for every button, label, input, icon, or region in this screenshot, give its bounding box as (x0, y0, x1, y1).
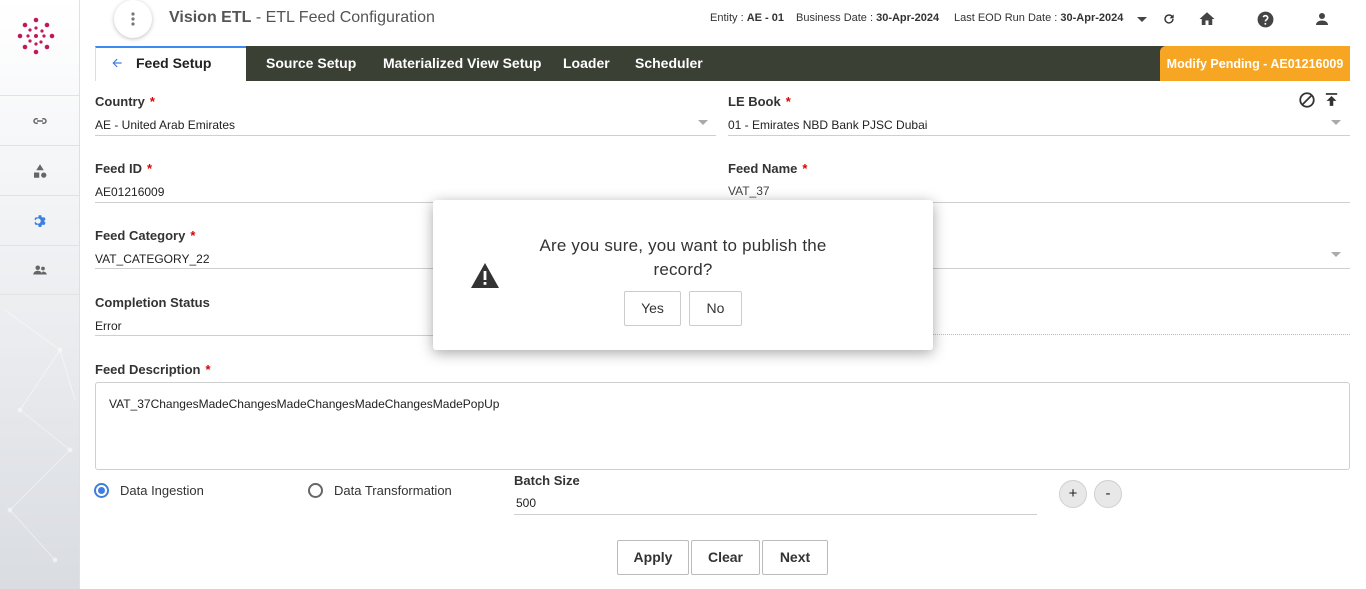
right-dropdown-caret-icon[interactable] (1331, 252, 1341, 257)
next-button[interactable]: Next (762, 540, 828, 575)
last-eod-label: Last EOD Run Date : (954, 12, 1061, 24)
tab-scheduler[interactable]: Scheduler (635, 46, 703, 81)
more-vertical-icon (131, 12, 135, 26)
users-icon (33, 265, 47, 275)
le-book-dropdown-caret-icon[interactable] (1331, 120, 1341, 125)
last-eod-info: Last EOD Run Date : 30-Apr-2024 (954, 12, 1123, 24)
required-marker: * (149, 94, 155, 109)
country-underline (95, 135, 716, 136)
feed-description-label: Feed Description * (95, 362, 211, 377)
remove-button[interactable]: - (1094, 480, 1122, 508)
country-label-text: Country (95, 94, 145, 109)
completion-status-label: Completion Status (95, 295, 210, 310)
apply-button[interactable]: Apply (617, 540, 689, 575)
required-marker: * (190, 228, 196, 243)
required-marker: * (802, 161, 808, 176)
yes-button[interactable]: Yes (624, 291, 681, 326)
country-label: Country * (95, 94, 155, 109)
user-profile-button[interactable] (1311, 8, 1333, 30)
block-icon[interactable] (1298, 91, 1316, 109)
tab-feed-setup[interactable]: Feed Setup (95, 46, 246, 81)
required-marker: * (146, 161, 153, 176)
app-title-bold: Vision ETL (169, 9, 252, 26)
entity-value: AE - 01 (746, 12, 784, 24)
left-rail (0, 0, 80, 589)
le-book-label: LE Book * (728, 94, 791, 109)
feed-category-label: Feed Category * (95, 228, 195, 243)
feed-id-field[interactable]: AE01216009 (95, 185, 164, 199)
le-book-label-text: LE Book (728, 94, 781, 109)
feed-category-label-text: Feed Category (95, 228, 186, 243)
required-marker: * (205, 362, 211, 377)
country-dropdown-caret-icon[interactable] (698, 120, 708, 125)
home-button[interactable] (1196, 8, 1218, 30)
confirm-publish-dialog: Are you sure, you want to publish the re… (433, 200, 933, 350)
rail-users[interactable] (0, 245, 79, 295)
refresh-icon (1164, 14, 1174, 24)
link-icon (33, 117, 47, 124)
data-transformation-radio[interactable] (308, 483, 323, 498)
tab-bar: Feed Setup Source Setup Materialized Vie… (95, 46, 1350, 81)
top-header: Vision ETL - ETL Feed Configuration Enti… (80, 0, 1366, 40)
business-date-label: Business Date : (796, 12, 877, 24)
business-date-info: Business Date : 30-Apr-2024 (796, 12, 939, 24)
data-ingestion-label[interactable]: Data Ingestion (120, 483, 204, 498)
publish-icon[interactable] (1323, 91, 1340, 108)
data-ingestion-radio[interactable] (94, 483, 109, 498)
tab-loader[interactable]: Loader (563, 46, 610, 81)
gear-icon (34, 214, 46, 227)
rail-link[interactable] (0, 95, 79, 145)
feed-name-label-text: Feed Name (728, 161, 798, 176)
add-button[interactable]: + (1059, 480, 1087, 508)
dialog-message: Are you sure, you want to publish the re… (539, 236, 827, 279)
tab-source-setup[interactable]: Source Setup (266, 46, 356, 81)
clear-button[interactable]: Clear (691, 540, 760, 575)
last-eod-value: 30-Apr-2024 (1060, 12, 1124, 24)
le-book-select[interactable]: 01 - Emirates NBD Bank PJSC Dubai (728, 118, 927, 132)
back-arrow-icon (112, 58, 122, 68)
feed-category-field[interactable]: VAT_CATEGORY_22 (95, 252, 210, 266)
feed-description-label-text: Feed Description (95, 362, 201, 377)
no-button[interactable]: No (689, 291, 742, 326)
entity-label: Entity : (710, 12, 747, 24)
vision-logo-icon (17, 17, 55, 55)
required-marker: * (785, 94, 791, 109)
help-icon (1257, 11, 1273, 27)
app-title-rest: - ETL Feed Configuration (251, 9, 435, 26)
batch-size-underline (514, 514, 1037, 515)
refresh-button[interactable] (1158, 8, 1180, 30)
app-title: Vision ETL - ETL Feed Configuration (169, 9, 435, 27)
feed-name-field[interactable]: VAT_37 (728, 184, 770, 198)
tab-materialized-view-setup[interactable]: Materialized View Setup (383, 46, 541, 81)
kebab-menu-button[interactable] (114, 0, 152, 38)
batch-size-label: Batch Size (514, 473, 580, 488)
le-book-underline (728, 135, 1350, 136)
tab-feed-setup-label: Feed Setup (136, 55, 212, 71)
network-background-graphic (4, 309, 76, 563)
completion-status-value: Error (95, 319, 122, 333)
entity-info: Entity : AE - 01 (710, 12, 784, 24)
feed-id-label: Feed ID * (95, 161, 152, 176)
country-select[interactable]: AE - United Arab Emirates (95, 118, 235, 132)
feed-name-label: Feed Name * (728, 161, 807, 176)
data-transformation-label[interactable]: Data Transformation (334, 483, 452, 498)
status-badge: Modify Pending - AE01216009 (1160, 46, 1350, 81)
entity-dropdown-caret-icon[interactable] (1137, 17, 1147, 22)
person-icon (1316, 13, 1328, 25)
batch-size-field[interactable]: 500 (516, 496, 536, 510)
business-date-value: 30-Apr-2024 (876, 12, 940, 24)
help-button[interactable] (1254, 8, 1276, 30)
home-icon (1199, 12, 1215, 25)
warning-icon (471, 263, 499, 288)
feed-id-label-text: Feed ID (95, 161, 142, 176)
shapes-icon (34, 163, 47, 178)
rail-settings[interactable] (0, 195, 79, 245)
rail-shapes[interactable] (0, 145, 79, 195)
feed-description-textarea[interactable]: VAT_37ChangesMadeChangesMadeChangesMadeC… (95, 382, 1350, 470)
